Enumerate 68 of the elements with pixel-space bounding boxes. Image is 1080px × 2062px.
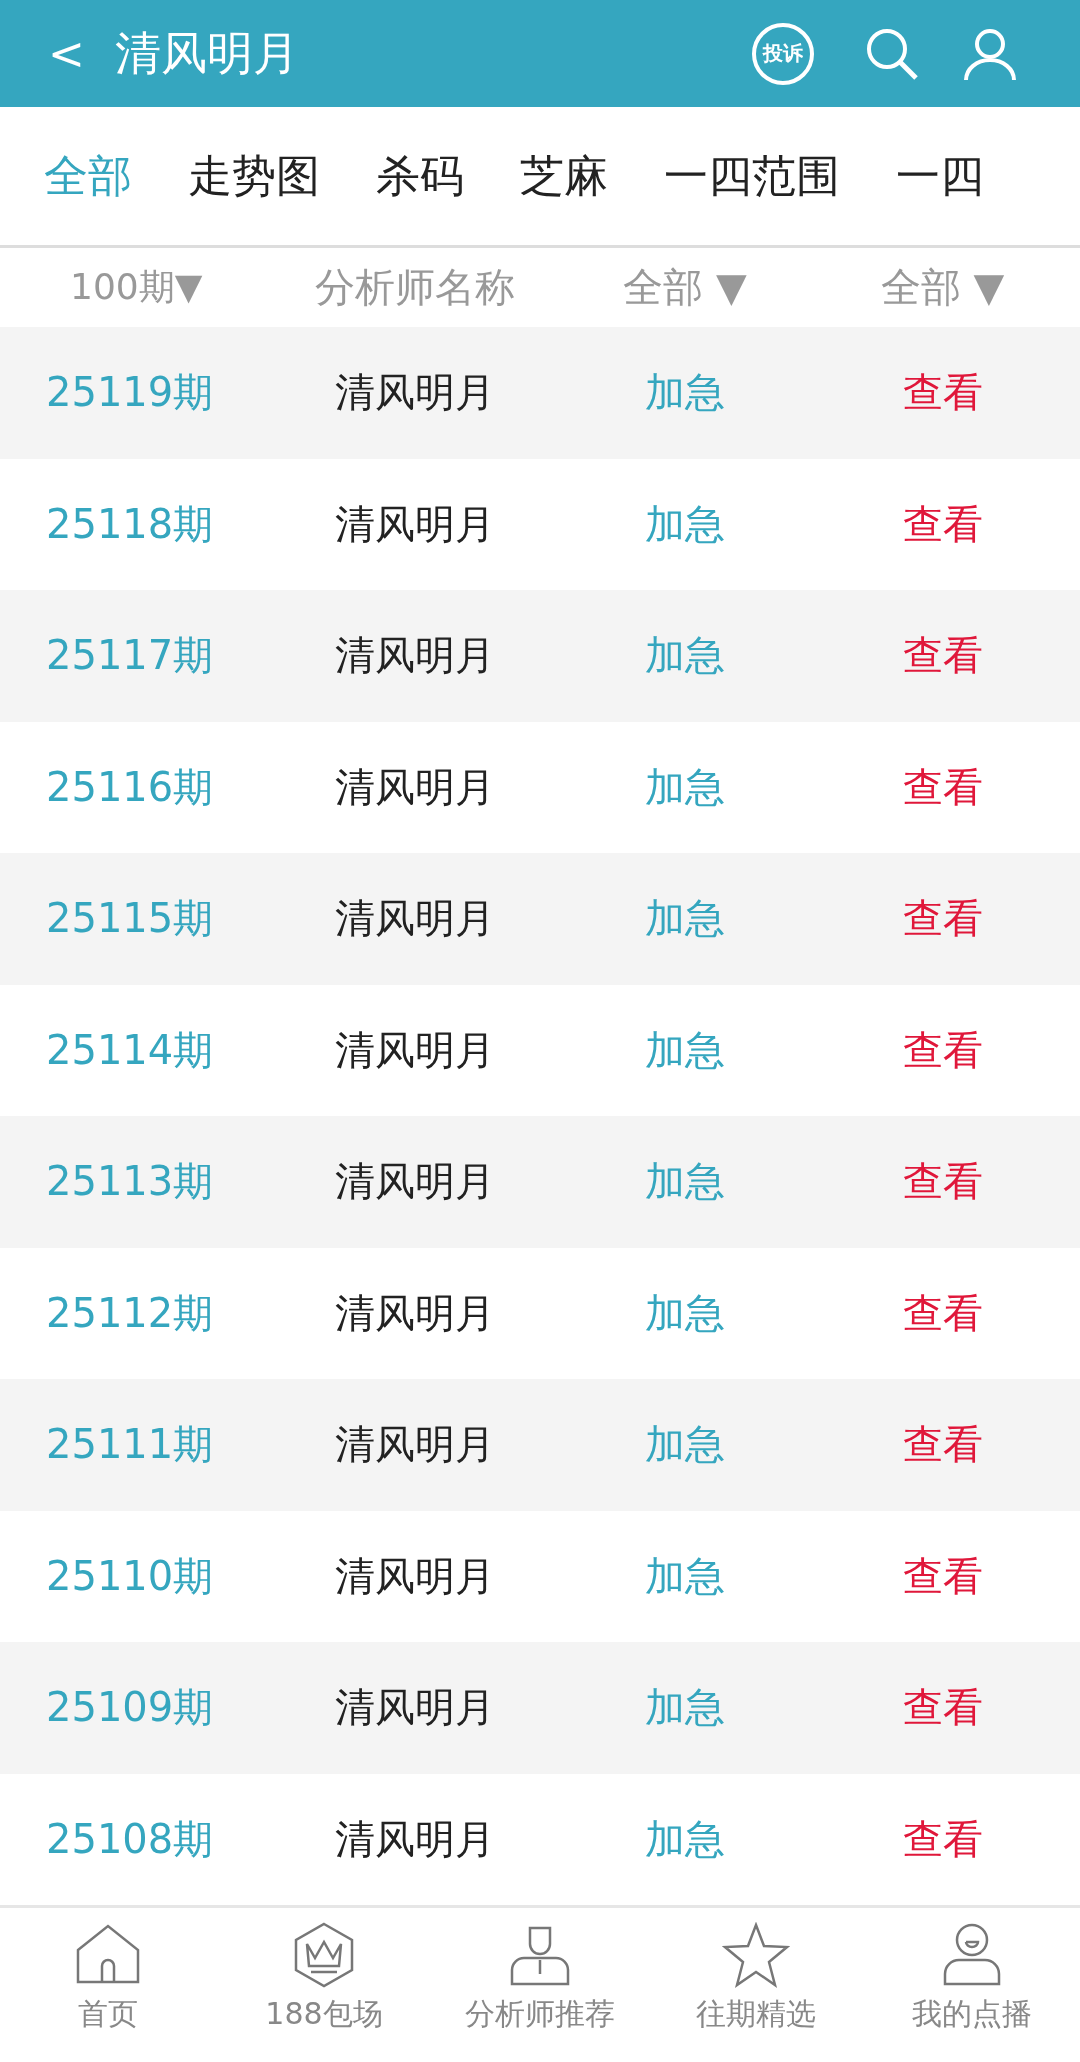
view-link[interactable]: 查看: [902, 496, 983, 552]
period-cell-text: 25108期: [45, 1814, 215, 1864]
analyst-cell-text: 清风明月: [334, 1814, 496, 1864]
nav-item[interactable]: 我的点播: [864, 1922, 1080, 2062]
period-cell-text: 25116期: [45, 762, 215, 812]
analyst-cell-text: 清风明月: [334, 1551, 496, 1601]
period-cell-text: 25118期: [45, 499, 215, 549]
column-header[interactable]: 100期▼: [0, 263, 265, 312]
analyst-cell-text: 清风明月: [334, 631, 496, 681]
column-header[interactable]: 全部 ▼: [805, 260, 1080, 315]
period-cell-text: 25117期: [45, 631, 215, 681]
period-cell-text: 25119期: [45, 368, 215, 418]
period-cell-text: 25112期: [45, 1288, 215, 1338]
status-cell-text: 加急: [644, 1683, 726, 1733]
period-cell-text: 25109期: [45, 1683, 215, 1733]
status-cell-text: 加急: [644, 762, 726, 812]
user-icon: [941, 1922, 1003, 1988]
tab[interactable]: 杀码: [376, 146, 464, 206]
nav-item[interactable]: 首页: [0, 1922, 216, 2062]
period-cell-text: 25113期: [45, 1157, 215, 1207]
view-link[interactable]: 查看: [902, 759, 983, 815]
status-cell-text: 加急: [644, 631, 726, 681]
view-link[interactable]: 查看: [902, 628, 983, 684]
view-link[interactable]: 查看: [902, 1154, 983, 1210]
period-cell-text: 25110期: [45, 1551, 215, 1601]
period-cell-text: 25111期: [45, 1420, 215, 1470]
nav-item[interactable]: 分析师推荐: [432, 1922, 648, 2062]
period-cell-text: 25115期: [45, 894, 215, 944]
analyst-cell-text: 清风明月: [334, 762, 496, 812]
complaint-button[interactable]: 投诉: [752, 22, 814, 85]
tab[interactable]: 一四范围: [664, 146, 840, 206]
star-icon: [722, 1922, 790, 1988]
page-title: 清风明月: [114, 24, 300, 82]
tab[interactable]: 一四: [896, 146, 984, 206]
column-header[interactable]: 全部 ▼: [565, 260, 805, 315]
status-cell-text: 加急: [644, 1551, 726, 1601]
status-cell-text: 加急: [644, 1157, 726, 1207]
analyst-cell-text: 清风明月: [334, 499, 496, 549]
analyst-cell-text: 清风明月: [334, 1288, 496, 1338]
nav-item[interactable]: 188包场: [216, 1922, 432, 2062]
status-cell-text: 加急: [644, 894, 726, 944]
status-cell-text: 加急: [644, 1025, 726, 1075]
tab[interactable]: 全部: [44, 146, 132, 206]
column-header: 分析师名称: [314, 263, 516, 312]
view-link[interactable]: 查看: [902, 891, 983, 947]
period-cell-text: 25114期: [45, 1025, 215, 1075]
status-cell-text: 加急: [644, 1420, 726, 1470]
analyst-cell-text: 清风明月: [334, 1420, 496, 1470]
analyst-cell-text: 清风明月: [334, 894, 496, 944]
status-cell-text: 加急: [644, 1288, 726, 1338]
view-link[interactable]: 查看: [902, 1417, 983, 1473]
view-link[interactable]: 查看: [902, 1285, 983, 1341]
tab[interactable]: 走势图: [188, 146, 320, 206]
status-cell-text: 加急: [644, 1814, 726, 1864]
tab[interactable]: 芝麻: [520, 146, 608, 206]
view-link[interactable]: 查看: [902, 365, 983, 421]
status-cell-text: 加急: [644, 499, 726, 549]
nav-item[interactable]: 往期精选: [648, 1922, 864, 2062]
view-link[interactable]: 查看: [902, 1811, 983, 1867]
back-button[interactable]: <: [48, 28, 85, 79]
analyst-cell-text: 清风明月: [334, 1025, 496, 1075]
analyst-cell-text: 清风明月: [334, 1683, 496, 1733]
status-cell-text: 加急: [644, 368, 726, 418]
view-link[interactable]: 查看: [902, 1680, 983, 1736]
analyst-cell-text: 清风明月: [334, 1157, 496, 1207]
view-link[interactable]: 查看: [902, 1022, 983, 1078]
view-link[interactable]: 查看: [902, 1548, 983, 1604]
analyst-cell-text: 清风明月: [334, 368, 496, 418]
